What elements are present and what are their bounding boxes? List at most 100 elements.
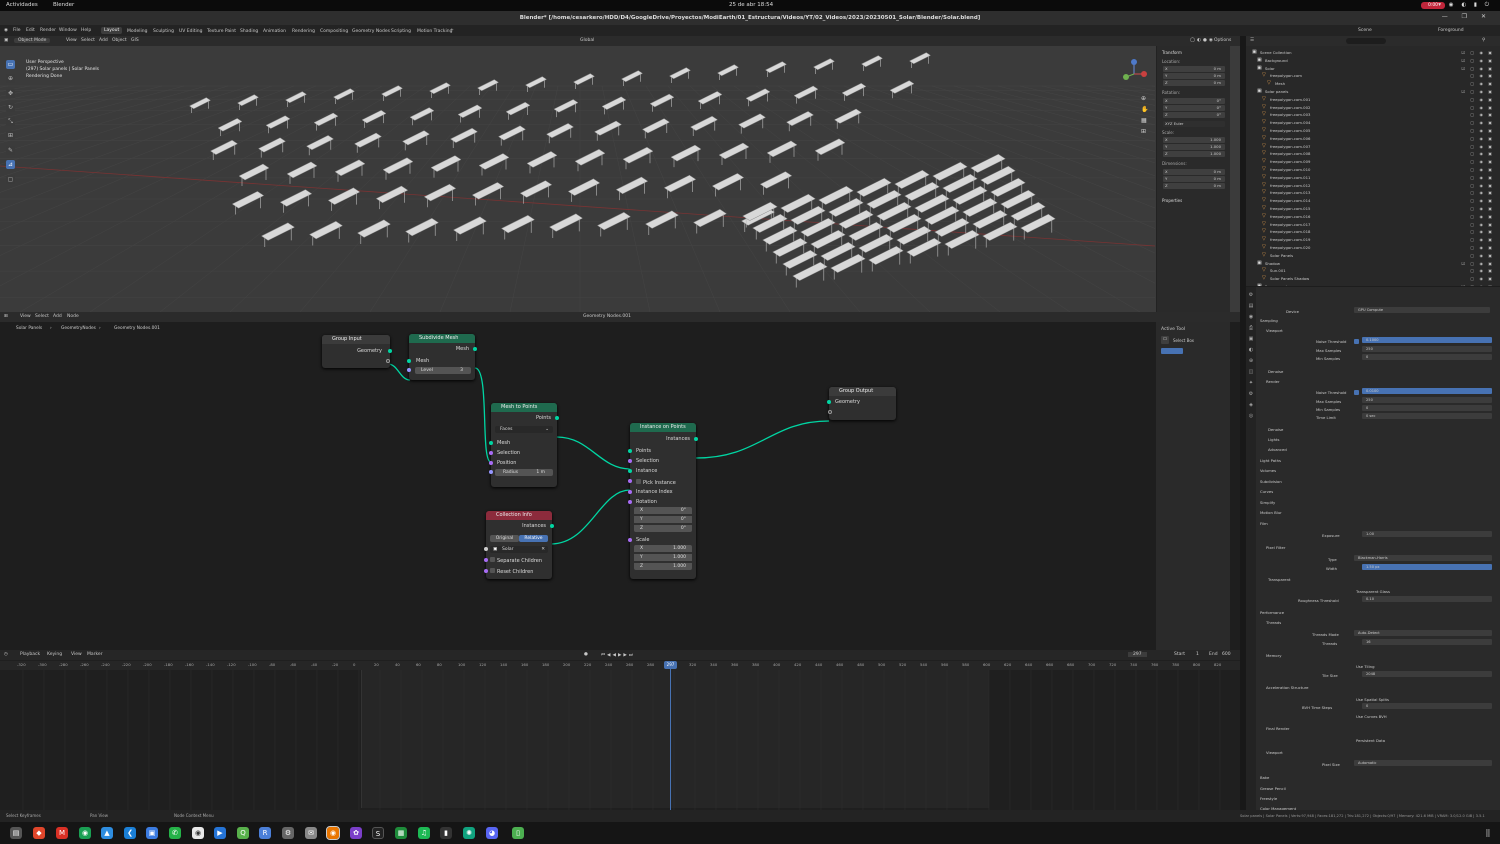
outliner-row[interactable]: ▽ freepolygon.com.019 ▢ ◉ ▣ <box>1246 236 1500 244</box>
visibility-toggle-icons[interactable]: ▢ ◉ ▣ <box>1470 229 1494 234</box>
output-socket[interactable] <box>694 437 698 441</box>
prop-field[interactable]: 1.50 px <box>1362 564 1492 570</box>
outliner-row[interactable]: ▣Foreground ☑ ▢ ◉ ▣ <box>1246 283 1500 287</box>
menu-edit[interactable]: Edit <box>26 28 35 33</box>
outliner-row[interactable]: ▽ freepolygon.com.007 ▢ ◉ ▣ <box>1246 143 1500 151</box>
active-tool-title[interactable]: Active Tool <box>1161 327 1185 332</box>
output-socket[interactable] <box>388 349 392 353</box>
tab-scripting[interactable]: Scripting <box>388 28 414 35</box>
visibility-toggle-icons[interactable]: ▢ ◉ ▣ <box>1470 237 1494 242</box>
playhead[interactable] <box>670 661 671 810</box>
rotation-y-field[interactable]: Y 0° <box>634 516 692 523</box>
prop-field[interactable]: Auto-Detect <box>1354 630 1492 636</box>
navigation-gizmo[interactable] <box>1118 58 1150 90</box>
dimensions-x-field[interactable]: X0 m <box>1163 169 1225 175</box>
timeline-menu-marker[interactable]: Marker <box>87 652 103 657</box>
menu-file[interactable]: File <box>13 28 21 33</box>
prop-field[interactable]: 0.0100 <box>1362 388 1492 394</box>
input-socket[interactable] <box>628 479 632 483</box>
add-cube-tool-icon[interactable]: ▢ <box>6 175 15 184</box>
inkscape-icon[interactable]: ✿ <box>350 827 362 839</box>
input-socket[interactable] <box>484 569 488 573</box>
level-field[interactable]: Level 3 <box>415 367 471 374</box>
node-instance-on-points[interactable]: Instance on Points Instances Points Sele… <box>628 423 698 579</box>
outliner-row[interactable]: ▣ Shadow ☑ ▢ ◉ ▣ <box>1246 260 1500 268</box>
orientation-selector[interactable]: Global <box>580 38 594 43</box>
tab-compositing[interactable]: Compositing <box>317 28 351 35</box>
timeline-menu-keying[interactable]: Keying <box>47 652 62 657</box>
mode-dropdown[interactable]: Faces ⌄ <box>495 426 553 433</box>
input-socket[interactable] <box>628 500 632 504</box>
rotation-x-field[interactable]: X 0° <box>634 507 692 514</box>
timeline-menu-playback[interactable]: Playback <box>20 652 40 657</box>
clock[interactable]: 25 de abr 18:54 <box>729 2 773 8</box>
rotate-tool-icon[interactable]: ↻ <box>6 103 15 112</box>
scale-z-field[interactable]: Z 1.000 <box>1163 151 1225 157</box>
prop-checkbox[interactable] <box>1354 339 1359 344</box>
discord-icon[interactable]: ◕ <box>486 827 498 839</box>
visibility-toggle-icons[interactable]: ▢ ◉ ▣ <box>1470 151 1494 156</box>
input-socket[interactable] <box>628 449 632 453</box>
cursor-tool-icon[interactable]: ⊕ <box>6 74 15 83</box>
options-button[interactable]: Options <box>1214 38 1231 43</box>
rotation-z-field[interactable]: Z 0° <box>1163 112 1225 118</box>
whatsapp-icon[interactable]: ✆ <box>169 827 181 839</box>
outliner-row[interactable]: ▽ freepolygon.com.014 ▢ ◉ ▣ <box>1246 197 1500 205</box>
outliner-row[interactable]: ▽ Sun.001 ▢ ◉ ▣ <box>1246 267 1500 275</box>
node-menu-view[interactable]: View <box>20 314 31 319</box>
outliner-row[interactable]: ▽ freepolygon.com.018 ▢ ◉ ▣ <box>1246 228 1500 236</box>
blender-logo-icon[interactable]: ◉ <box>4 28 8 33</box>
viewport-nav-buttons[interactable]: ⊕ ✋ ▦ ⊞ <box>1141 93 1148 137</box>
outliner-row[interactable]: ▽ freepolygon.com.016 ▢ ◉ ▣ <box>1246 213 1500 221</box>
visibility-toggle-icons[interactable]: ▢ ◉ ▣ <box>1470 190 1494 195</box>
dimensions-z-field[interactable]: Z0 m <box>1163 183 1225 189</box>
visibility-toggle-icons[interactable]: ▢ ◉ ▣ <box>1470 136 1494 141</box>
tab-geometry-nodes[interactable]: Geometry Nodes <box>349 28 393 35</box>
output-socket[interactable] <box>473 347 477 351</box>
outliner-row[interactable]: ▣ Scene Collection ☑ ▢ ◉ ▣ <box>1246 49 1500 57</box>
steam-icon[interactable]: S <box>372 827 384 839</box>
visibility-toggle-icons[interactable]: ▢ ◉ ▣ <box>1470 81 1494 86</box>
collection-field[interactable]: ▣ Solar ✕ <box>490 546 548 553</box>
empty-socket[interactable] <box>386 359 390 363</box>
outliner-row[interactable]: ▽ Solar Panels Shadow ▢ ◉ ▣ <box>1246 275 1500 283</box>
qgis-icon[interactable]: Q <box>237 827 249 839</box>
visibility-toggle-icons[interactable]: ☑ ▢ ◉ ▣ <box>1462 66 1494 71</box>
shading-mode-icons[interactable]: ◯◐●◉ <box>1190 38 1215 43</box>
output-socket[interactable] <box>555 416 559 420</box>
timeline[interactable]: ◷ Playback Keying View Marker ● ⏮◀◀▶▶⏭ 2… <box>0 650 1240 810</box>
empty-socket[interactable] <box>828 410 832 414</box>
scale-tool-icon[interactable]: ⤡ <box>6 117 15 126</box>
outliner-row[interactable]: ▽ freepolygon.com.004 ▢ ◉ ▣ <box>1246 119 1500 127</box>
viewport-menu-object[interactable]: Object <box>112 38 127 43</box>
scale-x-field[interactable]: X 1.000 <box>1163 137 1225 143</box>
app-name[interactable]: Blender <box>53 2 74 8</box>
visibility-toggle-icons[interactable]: ▢ ◉ ▣ <box>1470 73 1494 78</box>
input-socket[interactable] <box>489 451 493 455</box>
node-tree-selector[interactable]: Geometry Nodes.001 <box>583 314 631 319</box>
visibility-toggle-icons[interactable]: ▢ ◉ ▣ <box>1470 159 1494 164</box>
menu-window[interactable]: Window <box>59 28 77 33</box>
input-socket[interactable] <box>484 547 488 551</box>
mail-icon[interactable]: ✉ <box>305 827 317 839</box>
terminal-icon[interactable]: ▮ <box>440 827 452 839</box>
input-socket[interactable] <box>489 470 493 474</box>
select-box-tool-icon[interactable]: ▭ <box>6 60 15 69</box>
input-socket[interactable] <box>407 359 411 363</box>
visibility-toggle-icons[interactable]: ▢ ◉ ▣ <box>1470 167 1494 172</box>
prop-field[interactable]: 250 <box>1362 346 1492 352</box>
input-socket[interactable] <box>628 469 632 473</box>
outliner-row[interactable]: ▽ freepolygon.com.008 ▢ ◉ ▣ <box>1246 150 1500 158</box>
node-menu-select[interactable]: Select <box>35 314 49 319</box>
filter-icon[interactable]: ⚲ <box>1482 38 1485 43</box>
input-socket[interactable] <box>628 459 632 463</box>
viewport-menu-add[interactable]: Add <box>99 38 108 43</box>
reset-children-checkbox[interactable]: Reset Children <box>490 568 533 575</box>
scale-z-field[interactable]: Z 1.000 <box>634 563 692 570</box>
view-layer-selector[interactable]: Foreground <box>1438 28 1464 33</box>
vscode-icon[interactable]: ❮ <box>124 827 136 839</box>
visibility-toggle-icons[interactable]: ▢ ◉ ▣ <box>1470 175 1494 180</box>
3d-viewport[interactable]: ▣ Object Mode View Select Add Object GIS… <box>0 36 1240 312</box>
document-viewer-icon[interactable]: ▯ <box>512 827 524 839</box>
scale-y-field[interactable]: Y 1.000 <box>1163 144 1225 150</box>
